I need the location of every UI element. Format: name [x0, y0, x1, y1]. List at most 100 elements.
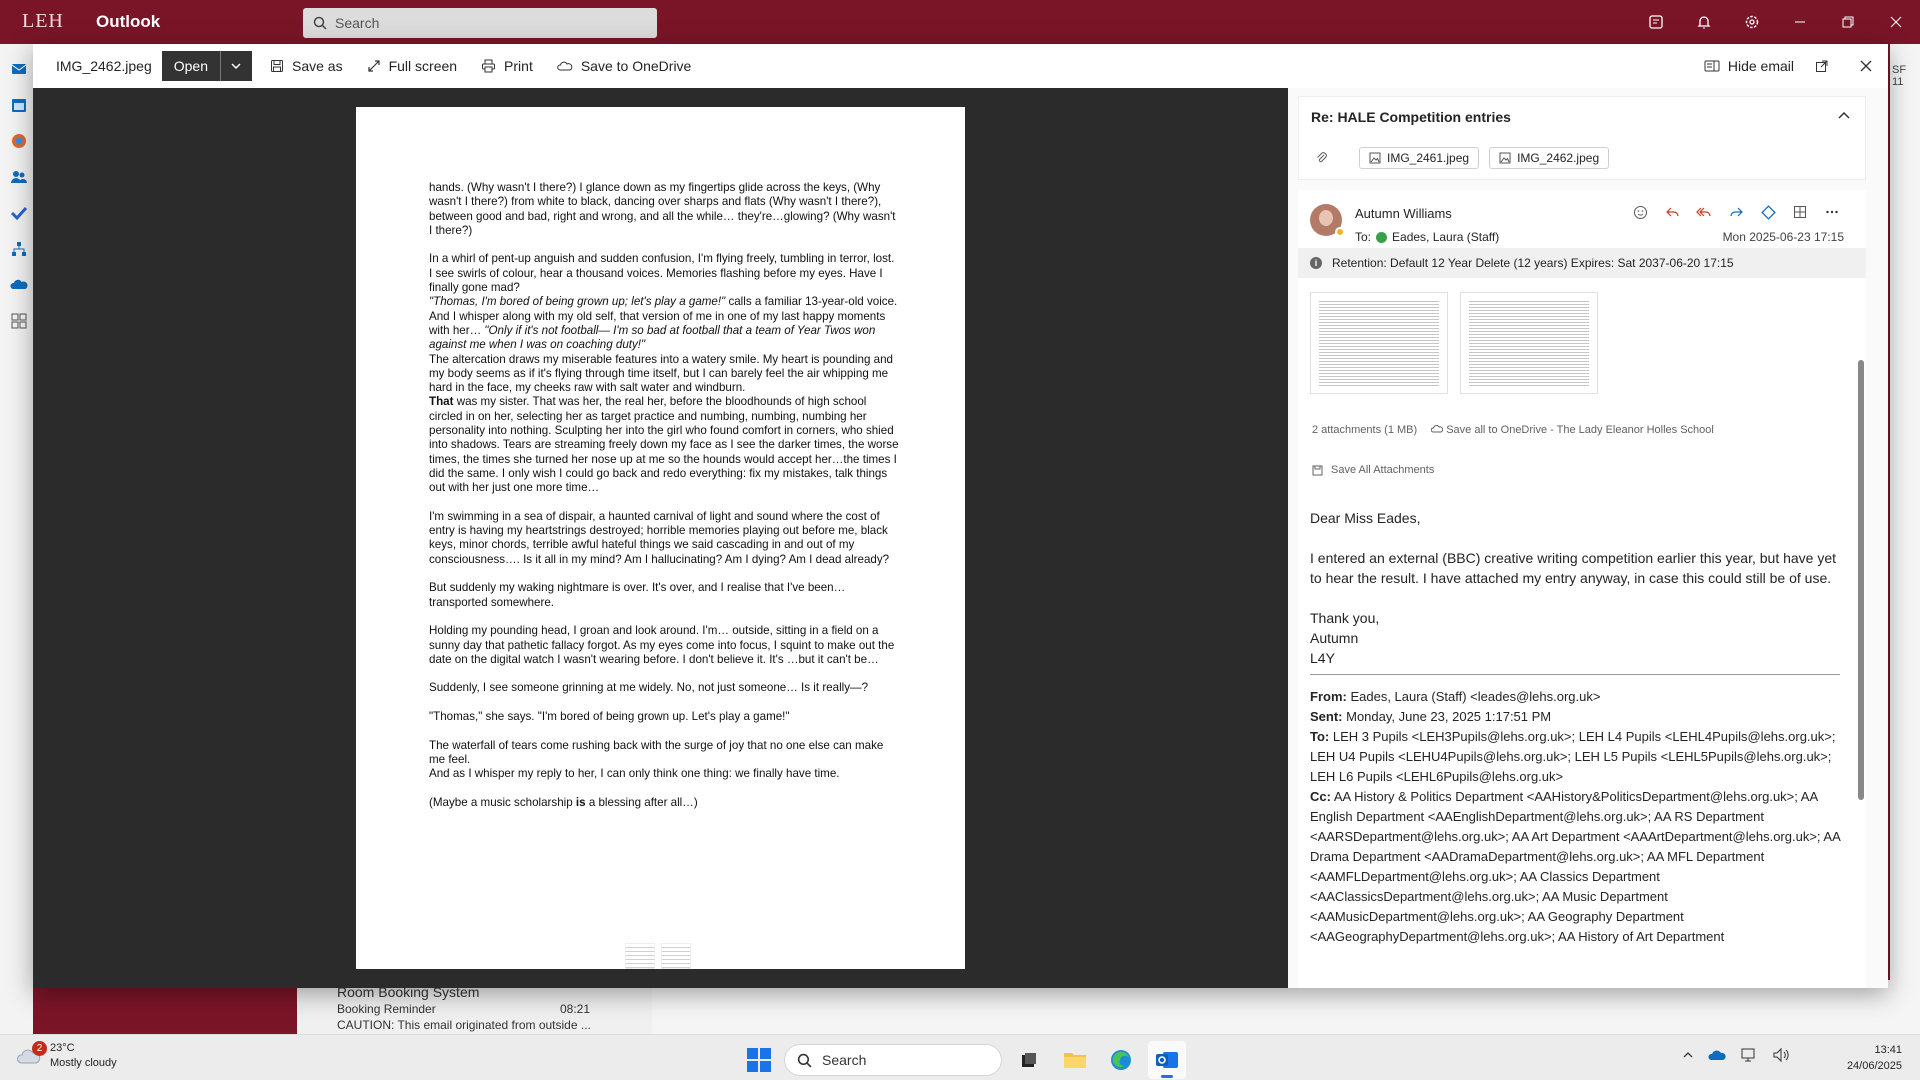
- list-item-subject[interactable]: Booking Reminder: [337, 1002, 436, 1016]
- weather-widget[interactable]: 2 23°C Mostly cloudy: [16, 1041, 117, 1071]
- attachment-chip[interactable]: IMG_2462.jpeg: [1489, 147, 1610, 169]
- email-greeting: Dear Miss Eades,: [1310, 510, 1421, 526]
- open-button[interactable]: Open: [161, 51, 220, 81]
- open-options-button[interactable]: [219, 51, 252, 81]
- apps-button[interactable]: [1786, 198, 1814, 226]
- copilot-icon[interactable]: [10, 132, 28, 150]
- close-icon: [1860, 60, 1872, 72]
- close-viewer-button[interactable]: [1844, 44, 1888, 88]
- save-all-onedrive-link[interactable]: Save all to OneDrive - The Lady Eleanor …: [1430, 424, 1714, 436]
- document-page: hands. (Why wasn't I there?) I glance do…: [356, 107, 965, 969]
- outlook-taskbar-button[interactable]: [1148, 1041, 1186, 1079]
- background-reading-edge: SF 11: [1890, 44, 1920, 980]
- image-viewer[interactable]: hands. (Why wasn't I there?) I glance do…: [33, 88, 1288, 988]
- edge-label: SF 11: [1892, 64, 1907, 88]
- save-icon: [270, 60, 283, 72]
- edge-button[interactable]: [1102, 1041, 1140, 1079]
- restore-icon[interactable]: [1824, 0, 1872, 44]
- hide-email-button[interactable]: Hide email: [1698, 51, 1800, 81]
- app-name[interactable]: Outlook: [96, 12, 160, 32]
- save-all-attachments-link[interactable]: Save All Attachments: [1312, 464, 1434, 476]
- page-thumbnails: [625, 943, 691, 969]
- viewer-toolbar-right: Hide email: [1692, 44, 1888, 88]
- react-button[interactable]: [1626, 198, 1654, 226]
- window-close-icon[interactable]: [1872, 0, 1920, 44]
- recipient-name[interactable]: Eades, Laura (Staff): [1392, 230, 1499, 244]
- page-thumbnail[interactable]: [625, 943, 655, 969]
- retention-banner: i Retention: Default 12 Year Delete (12 …: [1298, 248, 1866, 278]
- forward-button[interactable]: [1722, 198, 1750, 226]
- email-body-text: I entered an external (BBC) creative wri…: [1310, 550, 1837, 586]
- gear-icon[interactable]: [1728, 0, 1776, 44]
- story-paragraph: hands. (Why wasn't I there?) I glance do…: [429, 181, 896, 237]
- paperclip-icon: [1317, 152, 1327, 163]
- top-right-icons: [1632, 0, 1920, 44]
- pop-out-button[interactable]: [1800, 44, 1844, 88]
- page-thumbnail[interactable]: [661, 943, 691, 969]
- file-explorer-button[interactable]: [1056, 1041, 1094, 1079]
- viewer-toolbar: IMG_2462.jpeg Open Save as Full screen P…: [33, 44, 1888, 88]
- save-to-onedrive-label: Save to OneDrive: [580, 58, 692, 74]
- story-paragraph: "Thomas, I'm bored of being grown up; le…: [429, 295, 899, 309]
- attachment-chip[interactable]: IMG_2461.jpeg: [1359, 147, 1480, 169]
- todo-icon[interactable]: [10, 204, 28, 222]
- cloud-icon: [1430, 425, 1444, 433]
- more-actions-button[interactable]: [1818, 198, 1846, 226]
- story-text-run: was my sister. That was her, the real he…: [429, 395, 899, 495]
- mail-icon[interactable]: [10, 60, 28, 78]
- task-view-button[interactable]: [1010, 1041, 1048, 1079]
- story-paragraph: (Maybe a music scholarship is a blessing…: [429, 796, 899, 810]
- story-paragraph: That was my sister. That was her, the re…: [429, 395, 899, 495]
- start-button[interactable]: [742, 1043, 776, 1077]
- story-paragraph: I'm swimming in a sea of dispair, a haun…: [429, 509, 890, 566]
- email-body: Dear Miss Eades, I entered an external (…: [1310, 508, 1850, 947]
- attachment-preview[interactable]: [1460, 292, 1598, 394]
- printer-icon: [482, 59, 496, 73]
- recipient-line: To: Eades, Laura (Staff): [1355, 230, 1499, 244]
- email-signoff: Thank you,: [1310, 610, 1380, 626]
- taskbar-search[interactable]: Search: [784, 1044, 1002, 1076]
- reply-all-button[interactable]: [1690, 198, 1718, 226]
- calendar-icon[interactable]: [10, 96, 28, 114]
- bell-icon[interactable]: [1680, 0, 1728, 44]
- print-button[interactable]: Print: [475, 51, 539, 81]
- app-rail: [0, 44, 33, 1034]
- onedrive-icon[interactable]: [10, 276, 28, 294]
- retention-text: Retention: Default 12 Year Delete (12 ye…: [1332, 256, 1734, 270]
- quoted-from: From: Eades, Laura (Staff) <leades@lehs.…: [1310, 689, 1601, 704]
- save-to-onedrive-button[interactable]: Save to OneDrive: [551, 51, 698, 81]
- chevron-up-icon[interactable]: [1682, 1049, 1694, 1061]
- save-as-button[interactable]: Save as: [264, 51, 349, 81]
- my-day-icon[interactable]: [1632, 0, 1680, 44]
- story-quote: "Only if it's not football— I'm so bad a…: [429, 323, 876, 352]
- attachment-name: IMG_2461.jpeg: [1387, 151, 1470, 165]
- story-paragraph: Holding my pounding head, I groan and lo…: [429, 624, 895, 666]
- story-text-run: a blessing after all…): [585, 795, 698, 809]
- background-message-list: Room Booking System Booking Reminder 08:…: [297, 980, 652, 1034]
- more-apps-icon[interactable]: [10, 312, 28, 330]
- smiley-icon: [1633, 205, 1647, 219]
- sender-name[interactable]: Autumn Williams: [1355, 206, 1452, 221]
- attachment-preview[interactable]: [1310, 292, 1448, 394]
- weather-temp: 23°C: [50, 1042, 75, 1054]
- onedrive-tray-icon[interactable]: [1708, 1049, 1726, 1061]
- org-explorer-icon[interactable]: [10, 240, 28, 258]
- system-clock[interactable]: 13:41 24/06/2025: [1847, 1042, 1902, 1074]
- reply-all-icon: [1696, 207, 1711, 216]
- info-icon: i: [1310, 257, 1322, 269]
- reading-pane-scrollbar[interactable]: [1858, 340, 1864, 988]
- full-screen-button[interactable]: Full screen: [361, 51, 463, 81]
- network-icon[interactable]: [1740, 1047, 1758, 1063]
- loop-button[interactable]: [1754, 198, 1782, 226]
- outlook-icon: [1156, 1052, 1178, 1068]
- volume-icon[interactable]: [1772, 1047, 1790, 1063]
- email-sign-form: L4Y: [1310, 650, 1335, 666]
- chevron-up-icon[interactable]: [1837, 109, 1851, 123]
- email-sign-name: Autumn: [1310, 630, 1359, 646]
- weather-text: 23°C Mostly cloudy: [50, 1041, 117, 1071]
- reply-button[interactable]: [1658, 198, 1686, 226]
- people-icon[interactable]: [10, 168, 28, 186]
- search-box[interactable]: Search: [303, 8, 657, 38]
- minimize-icon[interactable]: [1776, 0, 1824, 44]
- attachment-info: 2 attachments (1 MB) Save all to OneDriv…: [1312, 424, 1714, 436]
